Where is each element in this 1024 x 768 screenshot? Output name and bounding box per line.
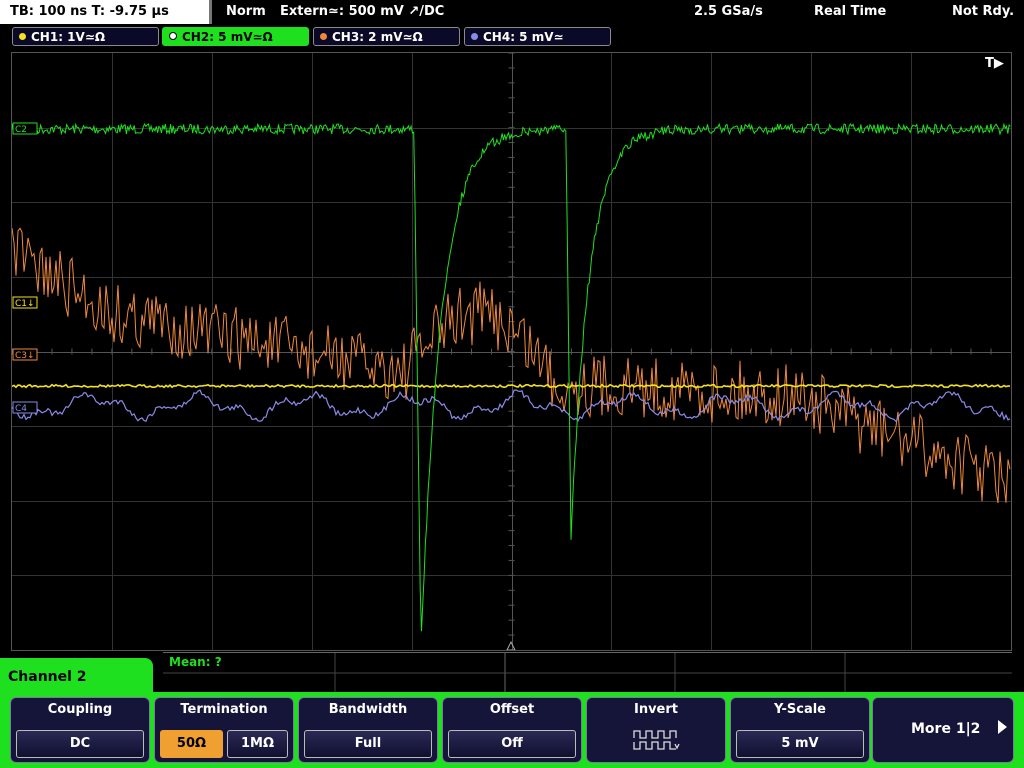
arrow-right-icon bbox=[998, 720, 1007, 734]
channel-4-trace bbox=[12, 389, 1011, 423]
channel-label: CH2: 5 mV≃Ω bbox=[182, 30, 273, 44]
softkey-title: Bandwidth bbox=[328, 702, 408, 717]
softkey-title: Invert bbox=[633, 702, 678, 717]
trigger-position-marker[interactable]: T▶ bbox=[985, 56, 1004, 71]
offset-softkey[interactable]: Offset Off bbox=[442, 697, 582, 763]
marker-label: C4 bbox=[15, 404, 27, 414]
marker-label: C3↓ bbox=[15, 351, 35, 361]
channel-1-trace bbox=[12, 383, 1011, 389]
coupling-softkey[interactable]: Coupling DC bbox=[10, 697, 150, 763]
channel-label: CH1: 1V≃Ω bbox=[31, 30, 106, 44]
y-scale-softkey[interactable]: Y-Scale 5 mV bbox=[730, 697, 870, 763]
trigger-status: Not Rdy. bbox=[952, 4, 1015, 19]
softkey-title: Y-Scale bbox=[773, 702, 826, 717]
acquisition-mode: Real Time bbox=[814, 4, 887, 19]
bandwidth-value[interactable]: Full bbox=[304, 730, 432, 758]
bandwidth-softkey[interactable]: Bandwidth Full bbox=[298, 697, 438, 763]
channel-4-marker[interactable]: C4 bbox=[12, 401, 38, 414]
channel-color-dot bbox=[471, 33, 478, 40]
channel-label: CH4: 5 mV≃ bbox=[483, 30, 564, 44]
marker-label: C2 bbox=[15, 125, 27, 135]
graticule bbox=[12, 53, 1011, 650]
termination-50-ohm-option[interactable]: 50Ω bbox=[160, 730, 223, 758]
invert-softkey[interactable]: Invert bbox=[586, 697, 726, 763]
channel-1-marker[interactable]: C1↓ bbox=[12, 296, 38, 309]
measurement-panel: Mean: ? bbox=[163, 652, 1012, 693]
sample-rate: 2.5 GSa/s bbox=[694, 4, 763, 19]
channel-color-dot bbox=[169, 32, 177, 40]
channel-3-trace bbox=[12, 227, 1011, 504]
marker-label: C1↓ bbox=[15, 299, 35, 309]
trigger-mode[interactable]: Norm bbox=[226, 0, 266, 24]
mean-measurement[interactable]: Mean: ? bbox=[169, 655, 222, 669]
more-button[interactable]: More 1|2 bbox=[872, 697, 1014, 763]
y-scale-value[interactable]: 5 mV bbox=[736, 730, 864, 758]
offset-value[interactable]: Off bbox=[448, 730, 576, 758]
coupling-value[interactable]: DC bbox=[16, 730, 144, 758]
softkey-title: Offset bbox=[489, 702, 535, 717]
channel-2-marker[interactable]: C2 bbox=[12, 122, 38, 135]
trigger-source[interactable]: Extern≃: 500 mV ↗/DC bbox=[280, 0, 444, 24]
channel-label: CH3: 2 mV≃Ω bbox=[332, 30, 423, 44]
channel-3-marker[interactable]: C3↓ bbox=[12, 348, 38, 361]
channel-color-dot bbox=[19, 33, 26, 40]
channel-tab-2[interactable]: CH2: 5 mV≃Ω bbox=[162, 27, 309, 46]
channel-2-trace bbox=[12, 122, 1011, 632]
waveform-display[interactable]: C2 C1↓ C3↓ C4 T▶ bbox=[11, 52, 1012, 651]
softkey-title: Termination bbox=[180, 702, 268, 717]
channel-tabs: CH1: 1V≃Ω CH2: 5 mV≃Ω CH3: 2 mV≃Ω CH4: 5… bbox=[0, 26, 1024, 48]
termination-1m-ohm-option[interactable]: 1MΩ bbox=[227, 730, 288, 758]
softkey-bar: Coupling DC Termination 50Ω 1MΩ Bandwidt… bbox=[0, 692, 1024, 768]
channel-tab-1[interactable]: CH1: 1V≃Ω bbox=[12, 27, 159, 46]
softkey-title: Coupling bbox=[47, 702, 113, 717]
channel-tab-4[interactable]: CH4: 5 mV≃ bbox=[464, 27, 611, 46]
termination-softkey[interactable]: Termination 50Ω 1MΩ bbox=[154, 697, 294, 763]
invert-waveform-icon bbox=[633, 730, 680, 750]
menu-title: Channel 2 bbox=[8, 669, 87, 685]
trigger-time-marker-icon[interactable] bbox=[506, 640, 516, 650]
channel-tab-3[interactable]: CH3: 2 mV≃Ω bbox=[313, 27, 460, 46]
more-label: More 1|2 bbox=[911, 721, 981, 737]
timebase-readout[interactable]: TB: 100 ns T: -9.75 µs bbox=[0, 0, 212, 24]
channel-color-dot bbox=[320, 33, 327, 40]
status-bar: TB: 100 ns T: -9.75 µs Norm Extern≃: 500… bbox=[0, 0, 1024, 24]
